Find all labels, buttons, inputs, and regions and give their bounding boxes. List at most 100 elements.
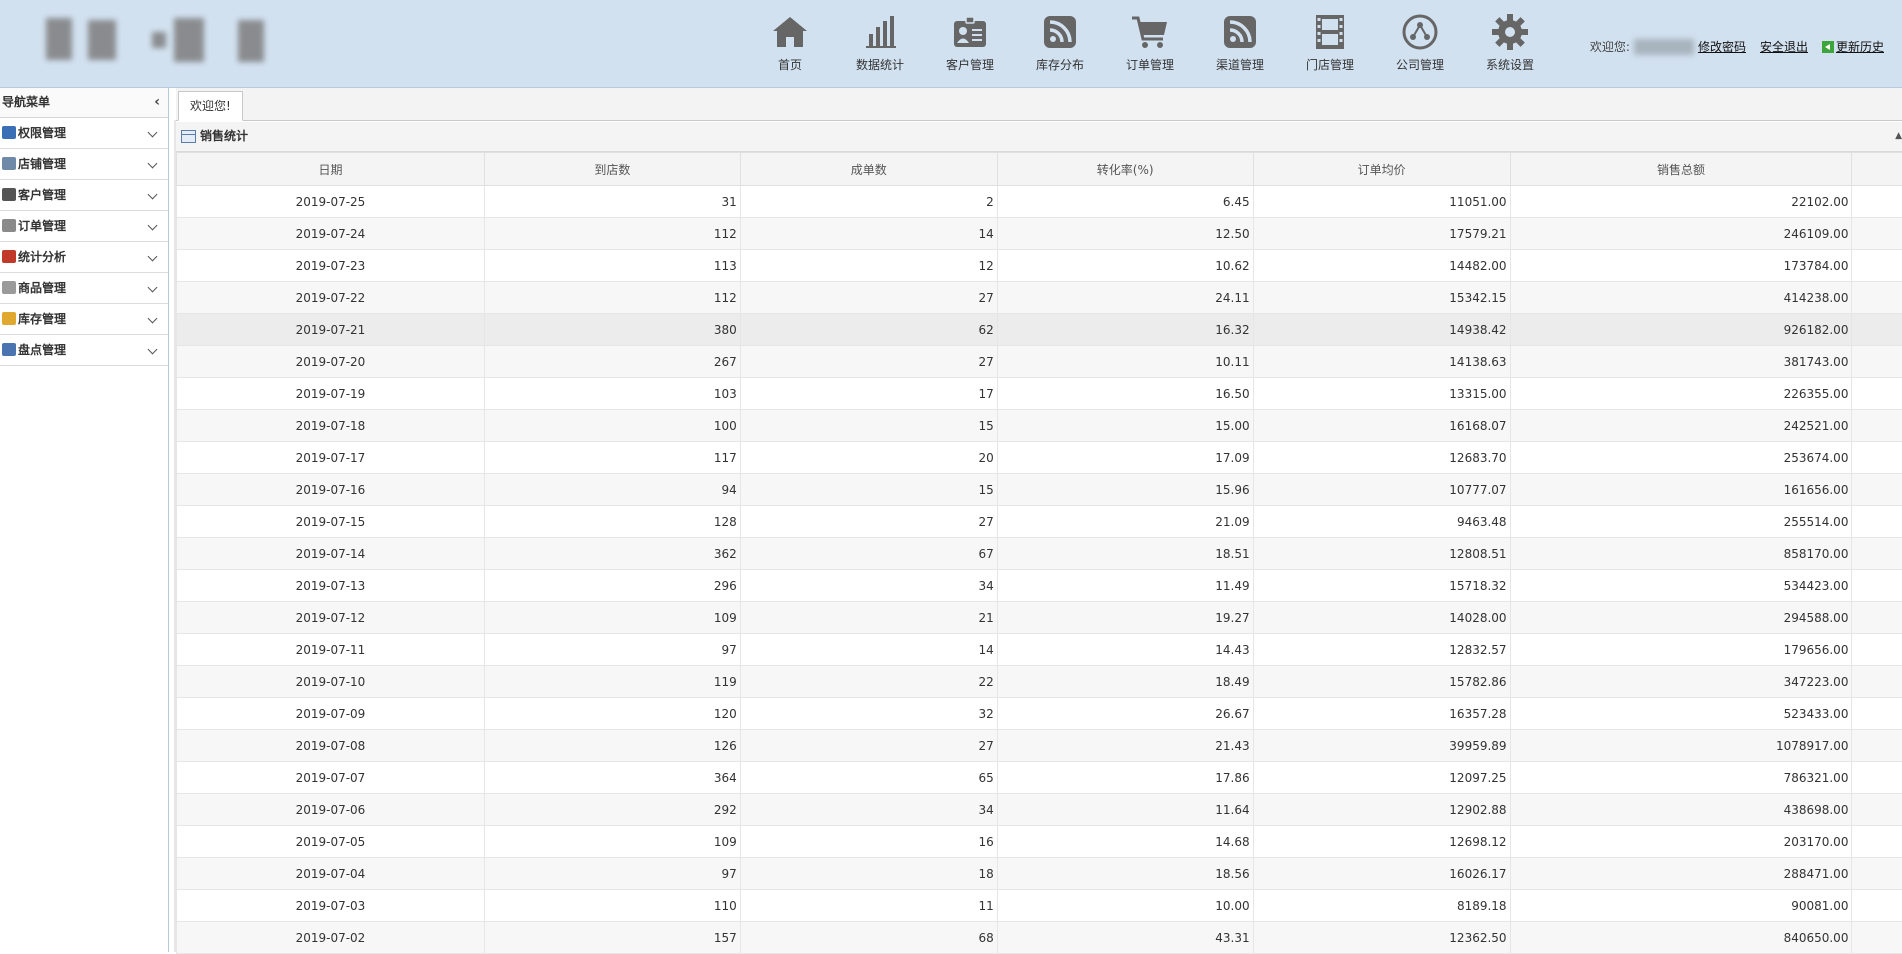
nav-customers[interactable]: 客户管理 (925, 12, 1015, 76)
column-header[interactable]: 成单数 (740, 153, 997, 186)
column-header[interactable]: 销售总额 (1510, 153, 1852, 186)
sidebar-item-3[interactable]: 订单管理 (0, 211, 168, 242)
panel-collapse-icon[interactable]: ▲ (1895, 122, 1902, 151)
table-cell: 109 (484, 826, 740, 858)
table-row[interactable]: 2019-07-051091614.6812698.12203170.00 (177, 826, 1902, 858)
table-cell: 10.11 (997, 346, 1253, 378)
table-row[interactable]: 2019-07-101192218.4915782.86347223.00 (177, 666, 1902, 698)
table-cell: 858170.00 (1510, 538, 1852, 570)
table-cell-filler (1852, 634, 1902, 666)
tab-welcome[interactable]: 欢迎您! (178, 91, 243, 121)
table-row[interactable]: 2019-07-213806216.3214938.42926182.00 (177, 314, 1902, 346)
sidebar-item-label: 盘点管理 (18, 343, 66, 357)
sidebar-item-5[interactable]: 商品管理 (0, 273, 168, 304)
chevron-down-icon[interactable] (148, 283, 158, 293)
table-row[interactable]: 2019-07-132963411.4915718.32534423.00 (177, 570, 1902, 602)
chevron-down-icon[interactable] (148, 345, 158, 355)
table-cell: 112 (484, 282, 740, 314)
table-cell: 2019-07-10 (177, 666, 485, 698)
table-row[interactable]: 2019-07-253126.4511051.0022102.00 (177, 186, 1902, 218)
home-icon (770, 12, 810, 52)
nav-stores[interactable]: 门店管理 (1285, 12, 1375, 76)
table-row[interactable]: 2019-07-073646517.8612097.25786321.00 (177, 762, 1902, 794)
table-cell: 2019-07-07 (177, 762, 485, 794)
table-row[interactable]: 2019-07-081262721.4339959.891078917.00 (177, 730, 1902, 762)
table-cell-filler (1852, 922, 1902, 954)
column-header[interactable]: 到店数 (484, 153, 740, 186)
logout-link[interactable]: 安全退出 (1760, 38, 1808, 55)
table-row[interactable]: 2019-07-11971414.4312832.57179656.00 (177, 634, 1902, 666)
nav-home-label: 首页 (745, 56, 835, 73)
sidebar-item-6[interactable]: 库存管理 (0, 304, 168, 335)
nav-orders[interactable]: 订单管理 (1105, 12, 1195, 76)
gear-icon (1490, 12, 1530, 52)
table-cell: 926182.00 (1510, 314, 1852, 346)
table-row[interactable]: 2019-07-16941515.9610777.07161656.00 (177, 474, 1902, 506)
sidebar-item-0[interactable]: 权限管理 (0, 118, 168, 149)
table-cell-filler (1852, 314, 1902, 346)
nav-settings[interactable]: 系统设置 (1465, 12, 1555, 76)
nav-home[interactable]: 首页 (745, 12, 835, 76)
table-cell: 103 (484, 378, 740, 410)
sidebar-item-4[interactable]: 统计分析 (0, 242, 168, 273)
chevron-down-icon[interactable] (148, 252, 158, 262)
chevron-down-icon[interactable] (148, 190, 158, 200)
table-row[interactable]: 2019-07-202672710.1114138.63381743.00 (177, 346, 1902, 378)
penguin-icon (2, 188, 16, 201)
table-cell: 68 (740, 922, 997, 954)
nav-inventory-distribution[interactable]: 库存分布 (1015, 12, 1105, 76)
sidebar-item-1[interactable]: 店铺管理 (0, 149, 168, 180)
sidebar-item-7[interactable]: 盘点管理 (0, 335, 168, 366)
sidebar-collapse-icon[interactable]: ‹ (154, 88, 160, 117)
column-header[interactable]: 转化率(%) (997, 153, 1253, 186)
table-row[interactable]: 2019-07-181001515.0016168.07242521.00 (177, 410, 1902, 442)
table-row[interactable]: 2019-07-031101110.008189.1890081.00 (177, 890, 1902, 922)
table-row[interactable]: 2019-07-062923411.6412902.88438698.00 (177, 794, 1902, 826)
table-row[interactable]: 2019-07-151282721.099463.48255514.00 (177, 506, 1902, 538)
table-cell: 9463.48 (1253, 506, 1510, 538)
chevron-down-icon[interactable] (148, 128, 158, 138)
nav-company[interactable]: 公司管理 (1375, 12, 1465, 76)
table-cell-filler (1852, 346, 1902, 378)
table-cell: 17.09 (997, 442, 1253, 474)
table-cell: 414238.00 (1510, 282, 1852, 314)
sidebar-item-2[interactable]: 客户管理 (0, 180, 168, 211)
table-cell: 534423.00 (1510, 570, 1852, 602)
table-row[interactable]: 2019-07-171172017.0912683.70253674.00 (177, 442, 1902, 474)
table-cell: 113 (484, 250, 740, 282)
nav-sidebar: 导航菜单 ‹ 权限管理店铺管理客户管理订单管理统计分析商品管理库存管理盘点管理 (0, 88, 169, 952)
table-cell-filler (1852, 282, 1902, 314)
table-cell: 120 (484, 698, 740, 730)
nav-statistics[interactable]: 数据统计 (835, 12, 925, 76)
table-cell-filler (1852, 410, 1902, 442)
column-header[interactable]: 日期 (177, 153, 485, 186)
table-cell: 97 (484, 634, 740, 666)
table-row[interactable]: 2019-07-121092119.2714028.00294588.00 (177, 602, 1902, 634)
table-row[interactable]: 2019-07-231131210.6214482.00173784.00 (177, 250, 1902, 282)
column-header[interactable]: 订单均价 (1253, 153, 1510, 186)
table-cell: 2019-07-11 (177, 634, 485, 666)
table-row[interactable]: 2019-07-04971818.5616026.17288471.00 (177, 858, 1902, 890)
table-cell: 12097.25 (1253, 762, 1510, 794)
update-history-link[interactable]: 更新历史 (1836, 38, 1884, 55)
table-cell: 2019-07-16 (177, 474, 485, 506)
network-icon (1400, 12, 1440, 52)
table-row[interactable]: 2019-07-143626718.5112808.51858170.00 (177, 538, 1902, 570)
chevron-down-icon[interactable] (148, 159, 158, 169)
table-cell: 10.00 (997, 890, 1253, 922)
chevron-down-icon[interactable] (148, 314, 158, 324)
table-cell: 15 (740, 474, 997, 506)
table-row[interactable]: 2019-07-191031716.5013315.00226355.00 (177, 378, 1902, 410)
table-cell: 381743.00 (1510, 346, 1852, 378)
table-cell: 16357.28 (1253, 698, 1510, 730)
table-row[interactable]: 2019-07-241121412.5017579.21246109.00 (177, 218, 1902, 250)
table-cell-filler (1852, 442, 1902, 474)
chevron-down-icon[interactable] (148, 221, 158, 231)
table-row[interactable]: 2019-07-021576843.3112362.50840650.00 (177, 922, 1902, 954)
table-row[interactable]: 2019-07-221122724.1115342.15414238.00 (177, 282, 1902, 314)
table-row[interactable]: 2019-07-091203226.6716357.28523433.00 (177, 698, 1902, 730)
table-cell: 26.67 (997, 698, 1253, 730)
nav-channels[interactable]: 渠道管理 (1195, 12, 1285, 76)
table-cell: 2019-07-24 (177, 218, 485, 250)
change-password-link[interactable]: 修改密码 (1698, 38, 1746, 55)
